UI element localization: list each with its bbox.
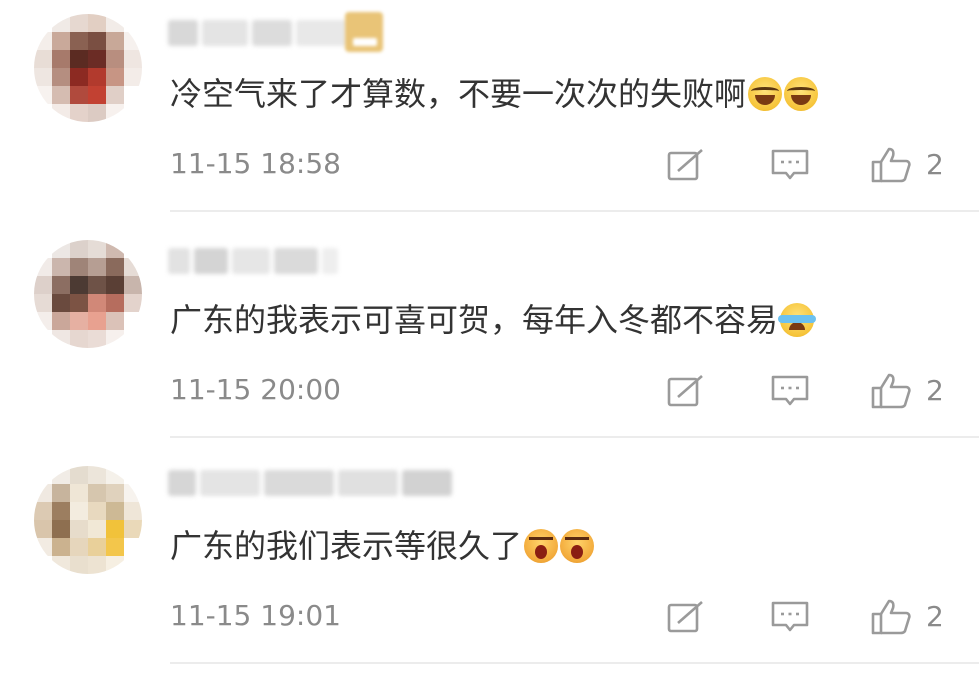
divider (170, 210, 979, 212)
reply-button[interactable] (770, 373, 810, 409)
repost-icon (667, 149, 703, 181)
like-count: 2 (926, 374, 944, 407)
avatar[interactable] (34, 466, 142, 574)
repost-icon (667, 601, 703, 633)
comment-text-content: 冷空气来了才算数，不要一次次的失败啊 (170, 75, 747, 113)
comment-text-content: 广东的我们表示等很久了 (170, 527, 523, 565)
comment-timestamp: 11-15 19:01 (170, 599, 341, 632)
repost-button[interactable] (666, 373, 706, 409)
like-button[interactable]: 2 (870, 599, 944, 635)
comment-icon (771, 601, 809, 632)
like-button[interactable]: 2 (870, 373, 944, 409)
reply-button[interactable] (770, 599, 810, 635)
like-count: 2 (926, 148, 944, 181)
user-badge-icon (345, 12, 383, 52)
like-icon (871, 599, 911, 635)
laugh-tears-emoji-icon (748, 77, 783, 111)
avatar[interactable] (34, 240, 142, 348)
laugh-tears-emoji-icon (784, 77, 819, 111)
comment-item: 广东的我们表示等很久了 11-15 19:01 2 (0, 452, 979, 678)
username-blurred[interactable] (168, 248, 338, 274)
repost-button[interactable] (666, 147, 706, 183)
comment-icon (771, 149, 809, 180)
comment-timestamp: 11-15 20:00 (170, 373, 341, 406)
divider (170, 436, 979, 438)
angry-face-emoji-icon (560, 529, 595, 563)
comment-text-content: 广东的我表示可喜可贺，每年入冬都不容易 (170, 301, 779, 339)
angry-face-emoji-icon (524, 529, 559, 563)
like-icon (871, 147, 911, 183)
divider (170, 662, 979, 664)
like-button[interactable]: 2 (870, 147, 944, 183)
comment-item: 冷空气来了才算数，不要一次次的失败啊 11-15 18:58 2 (0, 0, 979, 226)
comment-text: 广东的我表示可喜可贺，每年入冬都不容易 (170, 296, 817, 344)
repost-button[interactable] (666, 599, 706, 635)
username-blurred[interactable] (168, 470, 452, 496)
like-icon (871, 373, 911, 409)
username-blurred[interactable] (168, 20, 374, 46)
comment-timestamp: 11-15 18:58 (170, 147, 341, 180)
comment-text: 广东的我们表示等很久了 (170, 522, 595, 570)
repost-icon (667, 375, 703, 407)
comment-item: 广东的我表示可喜可贺，每年入冬都不容易 11-15 20:00 2 (0, 226, 979, 452)
reply-button[interactable] (770, 147, 810, 183)
like-count: 2 (926, 600, 944, 633)
comment-text: 冷空气来了才算数，不要一次次的失败啊 (170, 70, 819, 118)
crying-laughing-emoji-icon (778, 303, 817, 337)
avatar[interactable] (34, 14, 142, 122)
comment-icon (771, 375, 809, 406)
